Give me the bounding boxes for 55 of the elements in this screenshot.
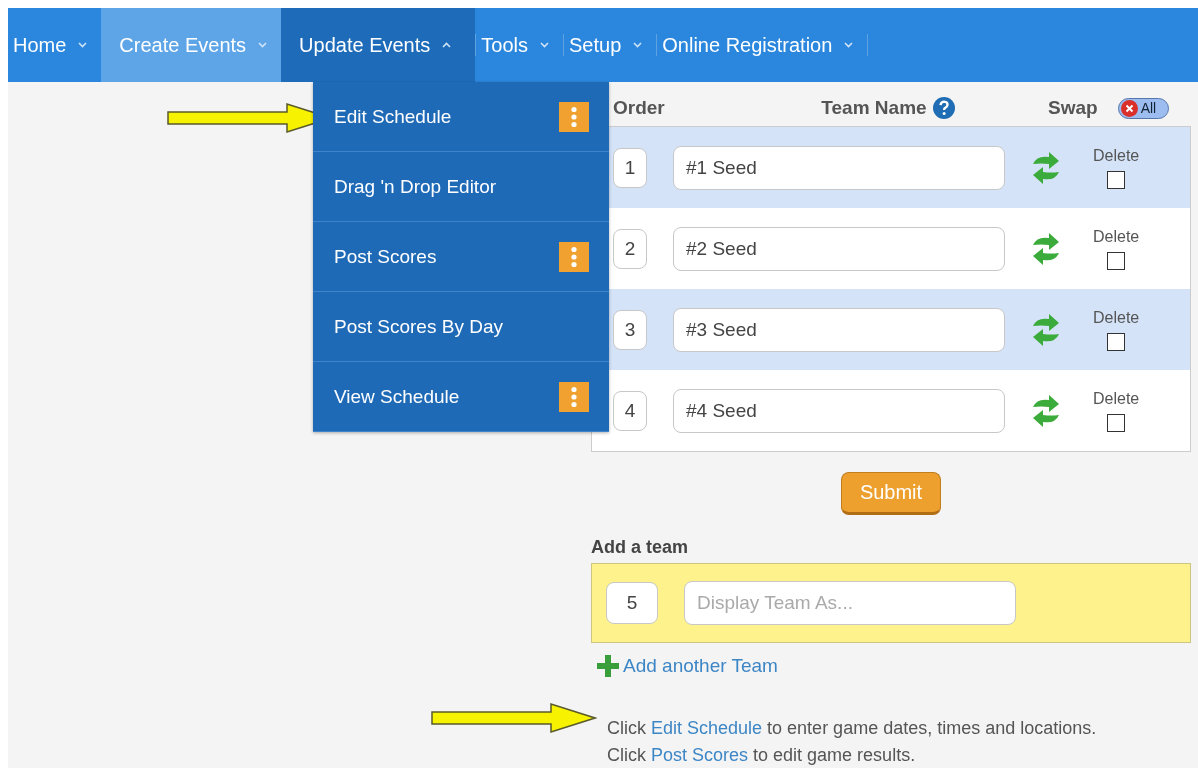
help-icon[interactable]	[932, 97, 955, 119]
order-field[interactable]: 1	[613, 147, 647, 188]
plus-icon	[597, 655, 619, 677]
order-field[interactable]: 3	[613, 309, 647, 350]
help-text: Click Edit Schedule to enter game dates, times and locations.	[607, 717, 1098, 740]
menu-item[interactable]: Drag 'n Drop Editor	[313, 152, 609, 222]
nav-tab[interactable]: Setup	[564, 8, 657, 82]
menu-item-label: Post Scores By Day	[334, 315, 503, 338]
caret-icon	[258, 42, 268, 48]
menu-item[interactable]: Post Scores By Day	[313, 292, 609, 362]
caret-icon	[844, 42, 854, 48]
column-header: Team Name	[821, 97, 927, 119]
nav-tab[interactable]: Tools	[476, 8, 563, 82]
team-name-field[interactable]: #1 Seed	[673, 145, 1005, 190]
team-name-field[interactable]: #2 Seed	[673, 226, 1005, 271]
caret-icon	[540, 42, 549, 48]
close-icon	[1120, 99, 1138, 117]
add-team-link[interactable]: Add another Team	[597, 655, 778, 677]
delete-label: Delete	[1093, 227, 1140, 246]
delete-checkbox[interactable]	[1107, 170, 1126, 189]
delete-checkbox[interactable]	[1107, 251, 1126, 270]
column-header: Swap	[1048, 97, 1098, 119]
nav-tab[interactable]: Home	[8, 8, 102, 82]
team-name-field[interactable]: #4 Seed	[673, 388, 1005, 433]
help-link[interactable]: Edit Schedule	[651, 718, 763, 738]
more-options-icon[interactable]	[559, 101, 589, 132]
more-options-icon[interactable]	[559, 381, 589, 412]
menu-item-label: View Schedule	[334, 385, 460, 408]
caret-icon	[442, 42, 452, 48]
menu-item[interactable]: Post Scores	[313, 222, 609, 292]
menu-item-label: Post Scores	[334, 245, 437, 268]
delete-label: Delete	[1093, 146, 1140, 165]
menu-item[interactable]: Edit Schedule	[313, 82, 609, 152]
team-name-field[interactable]: Display Team As...	[684, 581, 1016, 625]
delete-all-button[interactable]: All	[1117, 97, 1170, 119]
help-link[interactable]: Post Scores	[651, 745, 749, 765]
menu-item[interactable]: View Schedule	[313, 362, 609, 432]
delete-checkbox[interactable]	[1107, 332, 1126, 351]
nav-tab[interactable]: Update Events	[281, 8, 476, 82]
order-field[interactable]: 2	[613, 228, 647, 269]
delete-label: Delete	[1093, 389, 1140, 408]
help-text: Click Post Scores to edit game results.	[607, 744, 917, 767]
column-header: Order	[613, 97, 666, 119]
more-options-icon[interactable]	[559, 241, 589, 272]
delete-checkbox[interactable]	[1107, 413, 1126, 432]
menu-item-label: Drag 'n Drop Editor	[334, 175, 497, 198]
order-field[interactable]: 5	[606, 582, 658, 624]
nav-tab[interactable]: Online Registration	[657, 8, 868, 82]
order-field[interactable]: 4	[613, 390, 647, 431]
menu-item-label: Edit Schedule	[334, 105, 452, 128]
section-title: Add a team	[591, 537, 690, 558]
team-name-field[interactable]: #3 Seed	[673, 307, 1005, 352]
delete-label: Delete	[1093, 308, 1140, 327]
caret-icon	[633, 42, 643, 48]
caret-icon	[78, 42, 88, 48]
